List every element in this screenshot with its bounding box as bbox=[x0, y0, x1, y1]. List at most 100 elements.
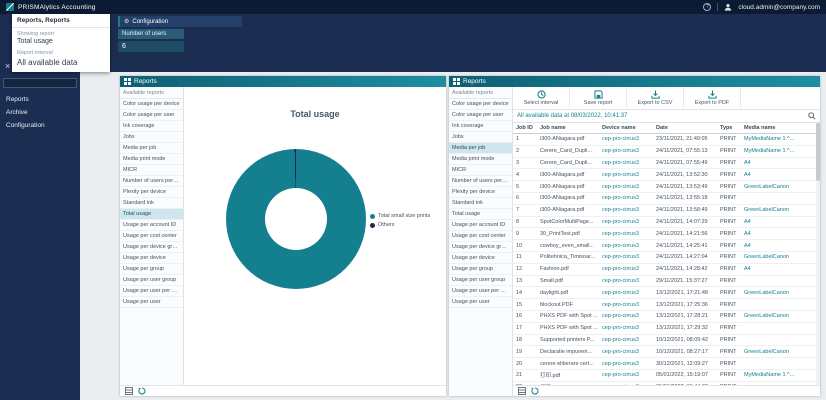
report-list-item[interactable]: MICR bbox=[449, 165, 512, 176]
table-row[interactable]: 13 Small.pdf cep-pro-cirrus3 29/11/2021,… bbox=[513, 276, 820, 288]
report-list-item[interactable]: Usage per device bbox=[120, 253, 183, 264]
cell-job-name: Cerere_Card_Dupli... bbox=[537, 160, 599, 166]
report-interval-value[interactable]: All available data bbox=[12, 56, 110, 70]
report-list-item[interactable]: Usage per cost center bbox=[120, 231, 183, 242]
export-csv-icon bbox=[651, 90, 660, 99]
table-row[interactable]: 1 i300-ANiagara.pdf cep-pro-cirrus3 23/1… bbox=[513, 134, 820, 146]
available-reports-title: Available reports bbox=[449, 87, 512, 99]
report-list-item[interactable]: Ink coverage bbox=[120, 121, 183, 132]
table-row[interactable]: 2 Cerere_Card_Dupli... cep-pro-cirrus3 2… bbox=[513, 146, 820, 158]
save-report-button[interactable]: Save report bbox=[570, 88, 627, 108]
report-list-item[interactable]: Usage per account ID bbox=[449, 220, 512, 231]
report-list-item[interactable]: Media print mode bbox=[449, 154, 512, 165]
table-column-header[interactable]: Job name bbox=[537, 125, 599, 131]
panel-header: Reports bbox=[449, 76, 820, 87]
report-list-item[interactable]: Usage per device group bbox=[449, 242, 512, 253]
panel-footer bbox=[513, 385, 820, 396]
table-row[interactable]: 4 i300-ANiagara.pdf cep-pro-cirrus3 24/1… bbox=[513, 169, 820, 181]
cell-job-name: daylight.pdf bbox=[537, 290, 599, 296]
report-list-item[interactable]: Ink coverage bbox=[449, 121, 512, 132]
report-list-item[interactable]: Usage per user group bbox=[449, 275, 512, 286]
table-view-icon[interactable] bbox=[518, 387, 526, 395]
table-column-header[interactable]: Type bbox=[717, 125, 741, 131]
report-list-item[interactable]: Usage per group bbox=[449, 264, 512, 275]
table-column-header[interactable]: Job ID bbox=[513, 125, 537, 131]
report-list-item[interactable]: Usage per account ID bbox=[120, 220, 183, 231]
table-row[interactable]: 18 Supported printers P... cep-pro-cirru… bbox=[513, 335, 820, 347]
report-list-item[interactable]: Plexity per device bbox=[120, 187, 183, 198]
report-list-item[interactable]: Usage per device group bbox=[120, 242, 183, 253]
sidebar-nav-item[interactable]: Reports bbox=[0, 93, 80, 106]
cell-media-name: MyMediaName 1 ^... bbox=[741, 148, 820, 154]
table-row[interactable]: 22 打印.pdf cep-pro-cirrus3 05/01/2022, 15… bbox=[513, 382, 820, 385]
report-list-item[interactable]: Plexity per device bbox=[449, 187, 512, 198]
table-view-icon[interactable] bbox=[125, 387, 133, 395]
report-list-item[interactable]: Number of users per device bbox=[120, 176, 183, 187]
cell-media-name: MyMediaName 1 ^... bbox=[741, 136, 820, 142]
showing-report-value[interactable]: Total usage bbox=[12, 37, 110, 47]
close-icon[interactable]: × bbox=[5, 62, 10, 71]
report-list-item[interactable]: Usage per user group bbox=[120, 275, 183, 286]
table-row[interactable]: 21 打印.pdf cep-pro-cirrus3 05/01/2022, 15… bbox=[513, 370, 820, 382]
report-list-item[interactable]: Media per job bbox=[449, 143, 512, 154]
report-list-item[interactable]: Color usage per device bbox=[120, 99, 183, 110]
table-row[interactable]: 3 Cerere_Card_Dupli... cep-pro-cirrus3 2… bbox=[513, 158, 820, 170]
user-email[interactable]: cloud.admin@company.com bbox=[738, 4, 820, 11]
configuration-widget[interactable]: ⚙ Configuration Number of users 6 bbox=[118, 16, 242, 52]
report-list-item[interactable]: Color usage per device bbox=[449, 99, 512, 110]
report-list-item[interactable]: Total usage bbox=[120, 209, 183, 220]
search-icon[interactable] bbox=[808, 112, 816, 120]
table-scrollbar-thumb[interactable] bbox=[816, 123, 820, 181]
report-list-item[interactable]: Usage per cost center bbox=[449, 231, 512, 242]
table-row[interactable]: 19 Declaratie impuneri... cep-pro-cirrus… bbox=[513, 346, 820, 358]
help-icon[interactable]: ? bbox=[703, 3, 711, 11]
report-list-item[interactable]: Color usage per user bbox=[120, 110, 183, 121]
report-list-item[interactable]: Usage per user bbox=[449, 297, 512, 308]
table-row[interactable]: 14 daylight.pdf cep-pro-cirrus3 13/12/20… bbox=[513, 287, 820, 299]
export-csv-button[interactable]: Export to CSV bbox=[627, 88, 684, 108]
report-list-item[interactable]: Jobs bbox=[120, 132, 183, 143]
table-column-header[interactable]: Date bbox=[653, 125, 717, 131]
sidebar-nav-item[interactable]: Configuration bbox=[0, 119, 80, 132]
report-list-item[interactable]: Standard ink bbox=[449, 198, 512, 209]
report-list-item[interactable]: Usage per user per user gr... bbox=[449, 286, 512, 297]
export-pdf-button[interactable]: Export to PDF bbox=[684, 88, 741, 108]
interval-text: All available data at 08/03/2022, 10:41:… bbox=[517, 113, 627, 119]
report-list-item[interactable]: Total usage bbox=[449, 209, 512, 220]
report-list-item[interactable]: Media print mode bbox=[120, 154, 183, 165]
report-list-item[interactable]: Color usage per user bbox=[449, 110, 512, 121]
cell-job-name: Fashion.pdf bbox=[537, 266, 599, 272]
table-row[interactable]: 12 Fashion.pdf cep-pro-cirrus3 24/11/202… bbox=[513, 264, 820, 276]
report-list-item[interactable]: MICR bbox=[120, 165, 183, 176]
table-row[interactable]: 9 30_PrintTest.pdf cep-pro-cirrus3 24/11… bbox=[513, 228, 820, 240]
refresh-icon[interactable] bbox=[531, 387, 539, 395]
report-list-item[interactable]: Number of users per device bbox=[449, 176, 512, 187]
select-interval-button[interactable]: Select interval bbox=[513, 88, 570, 108]
sidebar-nav-item[interactable]: Archive bbox=[0, 106, 80, 119]
report-list-item[interactable]: Media per job bbox=[120, 143, 183, 154]
table-row[interactable]: 5 i300-ANiagara.pdf cep-pro-cirrus3 24/1… bbox=[513, 181, 820, 193]
table-row[interactable]: 8 SpotColorMultiPage... cep-pro-cirrus3 … bbox=[513, 217, 820, 229]
table-row[interactable]: 7 i300-ANiagara.pdf cep-pro-cirrus3 24/1… bbox=[513, 205, 820, 217]
sidebar-search-input[interactable] bbox=[6, 80, 74, 86]
table-column-header[interactable]: Media name bbox=[741, 125, 820, 131]
user-icon[interactable] bbox=[724, 3, 732, 11]
report-list-item[interactable]: Usage per user per user gr... bbox=[120, 286, 183, 297]
cell-job-id: 6 bbox=[513, 195, 537, 201]
report-list-item[interactable]: Usage per group bbox=[120, 264, 183, 275]
table-scrollbar[interactable] bbox=[816, 123, 820, 385]
table-row[interactable]: 15 blockout.PDF cep-pro-cirrus3 13/12/20… bbox=[513, 299, 820, 311]
report-list-item[interactable]: Usage per device bbox=[449, 253, 512, 264]
cell-job-name: 打印.pdf bbox=[537, 383, 599, 385]
report-list-item[interactable]: Usage per user bbox=[120, 297, 183, 308]
refresh-icon[interactable] bbox=[138, 387, 146, 395]
table-row[interactable]: 16 PHXS PDF with Spot ... cep-pro-cirrus… bbox=[513, 311, 820, 323]
table-row[interactable]: 20 cerere eliberare cert... cep-pro-cirr… bbox=[513, 358, 820, 370]
report-list-item[interactable]: Standard ink bbox=[120, 198, 183, 209]
report-list-item[interactable]: Jobs bbox=[449, 132, 512, 143]
table-column-header[interactable]: Device name bbox=[599, 125, 653, 131]
table-row[interactable]: 17 PHXS PDF with Spot ... cep-pro-cirrus… bbox=[513, 323, 820, 335]
table-row[interactable]: 11 Politehnica_Timisoar... cep-pro-cirru… bbox=[513, 252, 820, 264]
table-row[interactable]: 10 cowboy_even_small... cep-pro-cirrus3 … bbox=[513, 240, 820, 252]
table-row[interactable]: 6 i300-ANiagara.pdf cep-pro-cirrus3 24/1… bbox=[513, 193, 820, 205]
